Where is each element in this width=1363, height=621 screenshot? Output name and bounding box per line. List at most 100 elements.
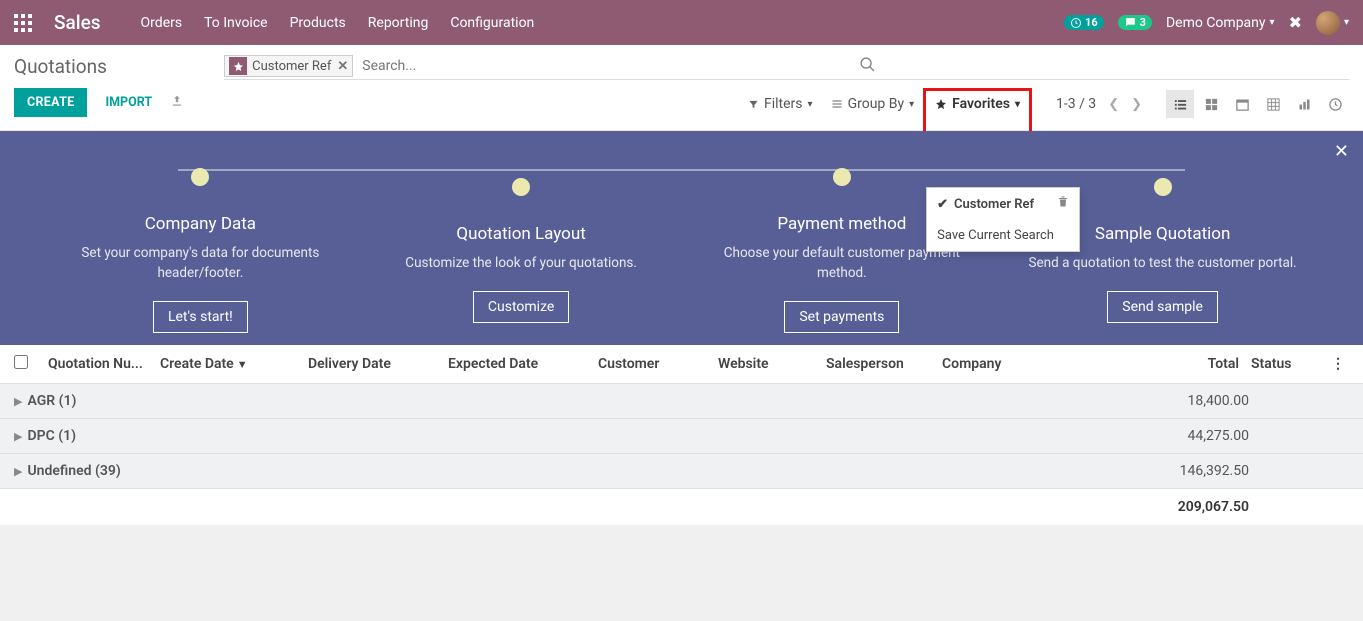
onboarding-step-company: Company Data Set your company's data for… <box>40 143 361 333</box>
nav-menu: Orders To Invoice Products Reporting Con… <box>141 15 535 31</box>
topbar-right: 16 3 Demo Company ▾ ✖ ▾ <box>1064 11 1349 35</box>
search-facet-customer-ref: Customer Ref ✕ <box>224 55 353 77</box>
group-row-undefined[interactable]: ▶ Undefined (39) 146,392.50 <box>0 454 1363 489</box>
view-pivot-icon[interactable] <box>1259 90 1287 118</box>
action-buttons: CREATE IMPORT <box>14 88 184 117</box>
step-dot <box>1154 178 1172 196</box>
group-total: 146,392.50 <box>1099 463 1249 479</box>
view-kanban-icon[interactable] <box>1197 90 1225 118</box>
step-title: Company Data <box>40 214 361 234</box>
caret-down-icon: ▾ <box>909 99 914 110</box>
activity-badge[interactable]: 16 <box>1064 15 1104 30</box>
pager-next-icon[interactable]: ❯ <box>1131 97 1142 112</box>
group-row-agr[interactable]: ▶ AGR (1) 18,400.00 <box>0 384 1363 419</box>
view-switcher <box>1166 90 1349 118</box>
messaging-badge[interactable]: 3 <box>1118 15 1152 30</box>
step-button-lets-start[interactable]: Let's start! <box>153 301 248 333</box>
debug-icon[interactable]: ✖ <box>1289 13 1302 32</box>
pager: 1-3 / 3 ❮ ❯ <box>1056 96 1142 112</box>
col-options-icon[interactable]: ⋮ <box>1325 356 1349 372</box>
group-label: Undefined (39) <box>27 463 120 479</box>
caret-down-icon: ▾ <box>1270 17 1275 28</box>
step-button-customize[interactable]: Customize <box>473 291 569 323</box>
upload-icon[interactable] <box>170 94 184 112</box>
company-name: Demo Company <box>1166 15 1266 31</box>
group-total: 44,275.00 <box>1099 428 1249 444</box>
close-icon[interactable]: ✕ <box>1334 141 1349 162</box>
view-activity-icon[interactable] <box>1321 90 1349 118</box>
step-title: Quotation Layout <box>361 224 682 244</box>
search-icon[interactable] <box>859 56 876 77</box>
step-desc: Send a quotation to test the customer po… <box>1002 254 1323 274</box>
view-list-icon[interactable] <box>1166 90 1194 118</box>
nav-reporting[interactable]: Reporting <box>368 15 429 31</box>
favorite-save-current[interactable]: Save Current Search <box>927 220 1079 251</box>
col-delivery-date[interactable]: Delivery Date <box>302 356 442 372</box>
col-create-date-label: Create Date <box>160 356 234 372</box>
step-desc: Customize the look of your quotations. <box>361 254 682 274</box>
chevron-right-icon: ▶ <box>14 430 22 443</box>
favorites-dropdown: ✔ Customer Ref Save Current Search <box>926 187 1080 252</box>
group-label: DPC (1) <box>27 428 76 444</box>
col-company[interactable]: Company <box>936 356 1056 372</box>
col-customer[interactable]: Customer <box>592 356 712 372</box>
favorite-item-label: Customer Ref <box>954 197 1034 212</box>
step-button-send-sample[interactable]: Send sample <box>1107 291 1218 323</box>
import-button[interactable]: IMPORT <box>105 95 152 110</box>
group-total: 18,400.00 <box>1099 393 1249 409</box>
col-website[interactable]: Website <box>712 356 820 372</box>
col-status[interactable]: Status <box>1245 356 1325 372</box>
app-brand[interactable]: Sales <box>54 11 101 34</box>
messages-count: 3 <box>1140 16 1146 29</box>
onboarding-banner: ✕ Company Data Set your company's data f… <box>0 131 1363 345</box>
nav-to-invoice[interactable]: To Invoice <box>204 15 268 31</box>
col-quotation-number[interactable]: Quotation Nu... <box>42 356 154 372</box>
filters-label: Filters <box>764 96 803 112</box>
user-menu[interactable]: ▾ <box>1316 11 1349 35</box>
chevron-right-icon: ▶ <box>14 465 22 478</box>
trash-icon[interactable] <box>1057 196 1069 212</box>
onboarding-step-layout: Quotation Layout Customize the look of y… <box>361 153 682 324</box>
favorite-save-label: Save Current Search <box>937 228 1054 243</box>
pager-prev-icon[interactable]: ❮ <box>1108 97 1119 112</box>
favorites-button[interactable]: Favorites ▾ <box>926 91 1029 117</box>
step-desc: Set your company's data for documents he… <box>40 244 361 283</box>
nav-configuration[interactable]: Configuration <box>450 15 534 31</box>
select-all-checkbox[interactable] <box>14 355 28 369</box>
company-switcher[interactable]: Demo Company ▾ <box>1166 15 1275 31</box>
check-icon: ✔ <box>937 197 948 212</box>
table-footer: 209,067.50 <box>0 489 1363 525</box>
caret-down-icon: ▾ <box>1015 99 1020 110</box>
create-button[interactable]: CREATE <box>14 88 87 117</box>
pager-text: 1-3 / 3 <box>1056 96 1096 112</box>
page-title: Quotations <box>14 55 184 78</box>
favorite-item-customer-ref[interactable]: ✔ Customer Ref <box>927 188 1079 220</box>
nav-orders[interactable]: Orders <box>141 15 183 31</box>
favorites-label: Favorites <box>952 96 1010 112</box>
search-input[interactable] <box>359 55 859 77</box>
groupby-button[interactable]: Group By ▾ <box>822 91 924 117</box>
col-expected-date[interactable]: Expected Date <box>442 356 592 372</box>
select-all-cell <box>14 355 42 373</box>
group-row-dpc[interactable]: ▶ DPC (1) 44,275.00 <box>0 419 1363 454</box>
funnel-icon <box>748 99 759 110</box>
star-icon <box>935 98 947 110</box>
list-icon <box>831 98 843 110</box>
view-calendar-icon[interactable] <box>1228 90 1256 118</box>
table-header: Quotation Nu... Create Date▼ Delivery Da… <box>0 345 1363 384</box>
nav-products[interactable]: Products <box>290 15 346 31</box>
col-salesperson[interactable]: Salesperson <box>820 356 936 372</box>
step-button-set-payments[interactable]: Set payments <box>784 301 899 333</box>
filters-button[interactable]: Filters ▾ <box>739 91 822 117</box>
apps-icon[interactable] <box>14 14 32 32</box>
step-dot <box>191 168 209 186</box>
activity-count: 16 <box>1085 16 1098 29</box>
col-create-date[interactable]: Create Date▼ <box>154 356 302 372</box>
facet-remove-icon[interactable]: ✕ <box>337 59 348 74</box>
groupby-label: Group By <box>848 96 905 112</box>
view-graph-icon[interactable] <box>1290 90 1318 118</box>
col-total[interactable]: Total <box>1155 356 1245 372</box>
user-avatar <box>1316 11 1340 35</box>
control-panel: Quotations CREATE IMPORT Customer Ref ✕ <box>0 45 1363 131</box>
caret-down-icon: ▾ <box>808 99 813 110</box>
